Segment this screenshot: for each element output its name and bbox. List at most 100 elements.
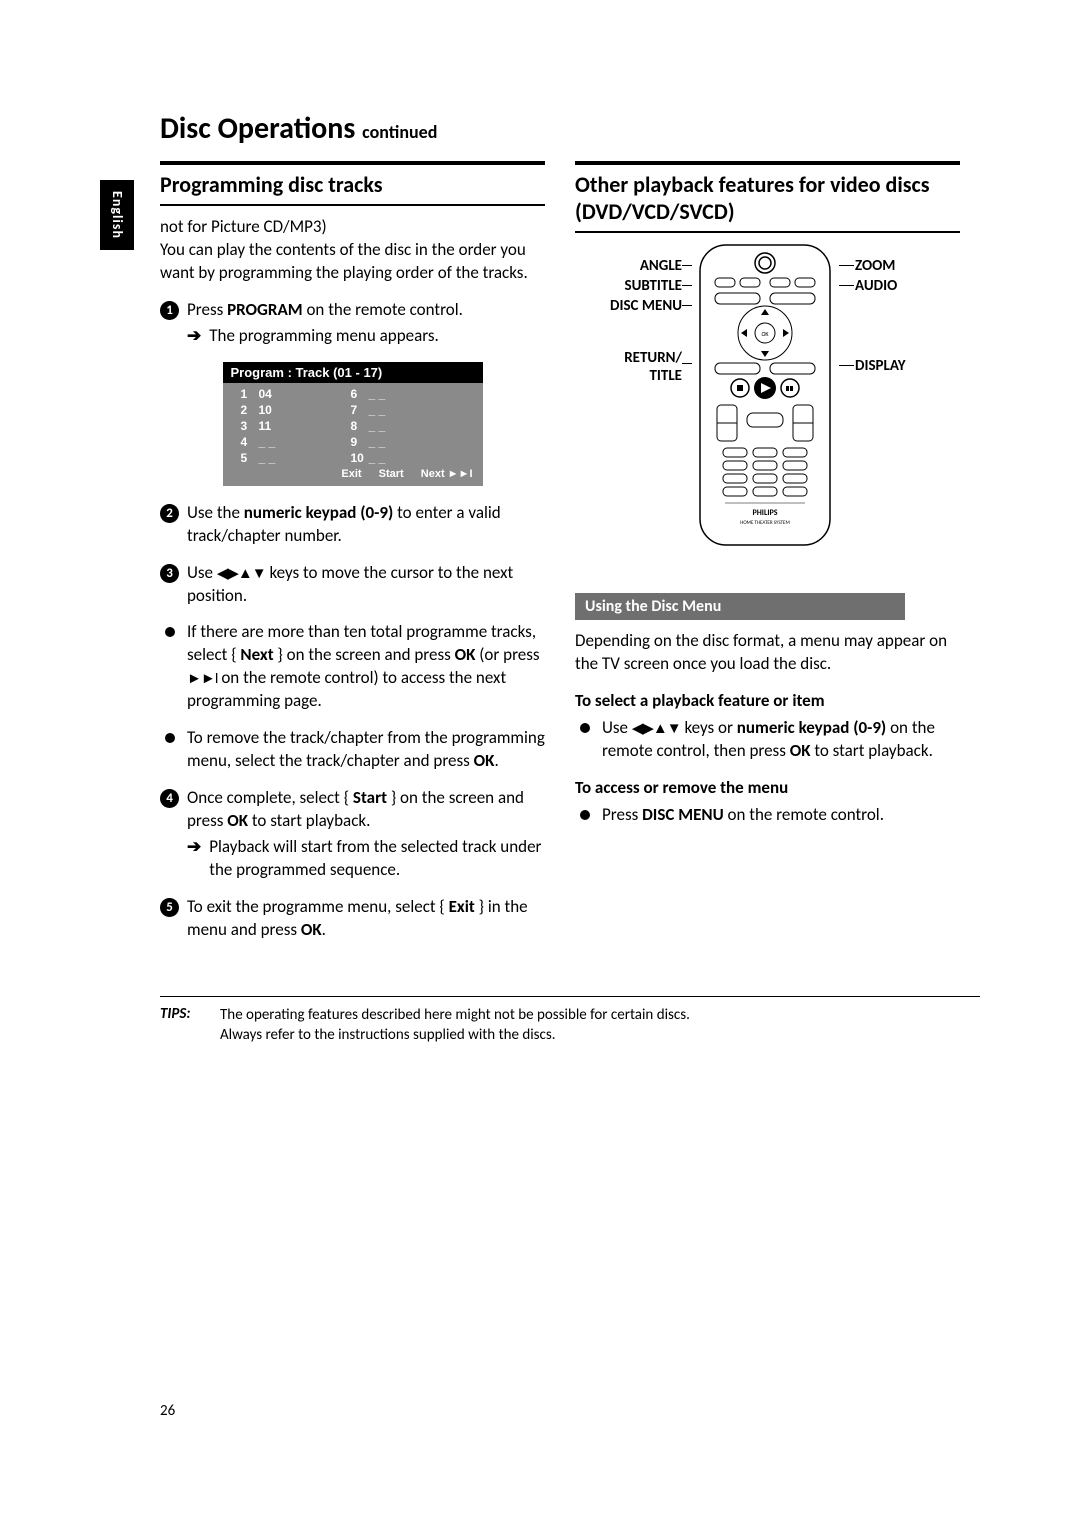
- footer-start: Start: [379, 468, 404, 480]
- section-heading-programming: Programming disc tracks: [160, 171, 545, 198]
- next-key-icon: ►►I: [187, 670, 217, 688]
- step-5-body: To exit the programme menu, select { Exi…: [187, 896, 545, 942]
- n: 1: [241, 387, 259, 401]
- bold: OK: [301, 919, 322, 940]
- step-2: 2 Use the numeric keypad (0-9) to enter …: [160, 502, 545, 548]
- bullet-remove-body: To remove the track/chapter from the pro…: [187, 727, 545, 773]
- footer-next: Next ►►I: [421, 468, 473, 480]
- bold: numeric keypad (0-9): [737, 717, 886, 738]
- text: to start playback.: [811, 740, 933, 761]
- rule-thick: [160, 161, 545, 165]
- v: _ _: [259, 435, 276, 449]
- text: To exit the programme menu, select {: [187, 896, 449, 917]
- n: 9: [351, 435, 369, 449]
- step-3: 3 Use ◀▶▲▼ keys to move the cursor to th…: [160, 562, 545, 608]
- tips-line-1: The operating features described here mi…: [220, 1005, 690, 1025]
- bold: OK: [474, 750, 495, 771]
- label-display: DISPLAY: [855, 357, 906, 375]
- page-title-suffix: continued: [362, 121, 437, 143]
- rule-thin: [160, 204, 545, 206]
- leader-line: [682, 363, 692, 364]
- label-audio: AUDIO: [855, 277, 897, 295]
- program-header: Program : Track (01 - 17): [223, 362, 483, 383]
- bold: OK: [227, 810, 248, 831]
- n: 2: [241, 403, 259, 417]
- tips-label: TIPS:: [160, 1005, 210, 1046]
- leader-line: [682, 265, 692, 266]
- bold: Exit: [449, 896, 475, 917]
- text: to start playback.: [248, 810, 370, 831]
- v: 04: [259, 387, 272, 401]
- bullet-next-body: If there are more than ten total program…: [187, 621, 545, 713]
- text: Press: [187, 299, 227, 320]
- rule-thick: [575, 161, 960, 165]
- bullet-icon: [165, 627, 175, 637]
- leader-line: [682, 285, 692, 286]
- svg-text:OK: OK: [761, 330, 769, 338]
- v: 10: [259, 403, 272, 417]
- subsection-using-disc-menu: Using the Disc Menu: [575, 593, 905, 620]
- text: Use: [187, 562, 217, 583]
- text: (or press: [475, 644, 539, 665]
- program-footer: Exit Start Next ►►I: [223, 466, 483, 482]
- svg-text:HOME THEATER SYSTEM: HOME THEATER SYSTEM: [740, 520, 790, 526]
- bullet-select: Use ◀▶▲▼ keys or numeric keypad (0-9) on…: [575, 717, 960, 763]
- step-4: 4 Once complete, select { Start } on the…: [160, 787, 545, 882]
- text: .: [322, 919, 326, 940]
- step-5: 5 To exit the programme menu, select { E…: [160, 896, 545, 942]
- bullet-next: If there are more than ten total program…: [160, 621, 545, 713]
- step-number-5-icon: 5: [160, 898, 179, 917]
- step-1: 1 Press PROGRAM on the remote control. ➔…: [160, 299, 545, 348]
- text: on the remote control.: [303, 299, 463, 320]
- bold: DISC MENU: [642, 804, 724, 825]
- bold: Next: [240, 644, 273, 665]
- n: 5: [241, 451, 259, 465]
- step-4-result: Playback will start from the selected tr…: [209, 836, 545, 882]
- step-3-body: Use ◀▶▲▼ keys to move the cursor to the …: [187, 562, 545, 608]
- step-number-2-icon: 2: [160, 504, 179, 523]
- rule-thin: [575, 231, 960, 233]
- text: on the remote control) to access the nex…: [187, 667, 506, 711]
- remote-control-icon: OK: [695, 243, 835, 553]
- leader-line: [839, 265, 854, 266]
- tips-body: The operating features described here mi…: [220, 1005, 690, 1046]
- step-1-body: Press PROGRAM on the remote control. ➔ T…: [187, 299, 463, 348]
- programming-intro-text: You can play the contents of the disc in…: [160, 239, 528, 283]
- v: 11: [259, 419, 272, 433]
- bullet-access: Press DISC MENU on the remote control.: [575, 804, 960, 827]
- step-number-1-icon: 1: [160, 301, 179, 320]
- svg-text:PHILIPS: PHILIPS: [753, 508, 778, 518]
- text: keys or: [681, 717, 737, 738]
- text: on the remote control.: [724, 804, 884, 825]
- label-angle: ANGLE: [640, 257, 682, 275]
- footer-exit: Exit: [341, 468, 361, 480]
- n: 7: [351, 403, 369, 417]
- tips-line-2: Always refer to the instructions supplie…: [220, 1025, 690, 1045]
- bullet-remove: To remove the track/chapter from the pro…: [160, 727, 545, 773]
- bullet-access-body: Press DISC MENU on the remote control.: [602, 804, 884, 827]
- programming-note: not for Picture CD/MP3): [160, 216, 327, 237]
- right-column: Other playback features for video discs …: [575, 161, 960, 956]
- text: Use the: [187, 502, 244, 523]
- text: .: [494, 750, 498, 771]
- n: 10: [351, 451, 369, 465]
- program-menu-screenshot: Program : Track (01 - 17) 104 210 311 4_…: [223, 362, 483, 486]
- leader-line: [682, 305, 692, 306]
- page-title-main: Disc Operations: [160, 110, 355, 147]
- bullet-icon: [580, 810, 590, 820]
- bold: OK: [790, 740, 811, 761]
- text: Once complete, select {: [187, 787, 353, 808]
- page-number: 26: [160, 1402, 175, 1420]
- leader-line: [839, 285, 854, 286]
- n: 4: [241, 435, 259, 449]
- bullet-icon: [580, 723, 590, 733]
- section-heading-other: Other playback features for video discs …: [575, 171, 960, 225]
- label-zoom: ZOOM: [855, 257, 895, 275]
- label-disc-menu: DISC MENU: [610, 297, 682, 315]
- text: Use: [602, 717, 632, 738]
- v: _ _: [369, 403, 386, 417]
- n: 3: [241, 419, 259, 433]
- language-tab: English: [100, 180, 134, 250]
- program-col-right: 6_ _ 7_ _ 8_ _ 9_ _ 10_ _: [351, 386, 461, 466]
- access-heading: To access or remove the menu: [575, 777, 788, 798]
